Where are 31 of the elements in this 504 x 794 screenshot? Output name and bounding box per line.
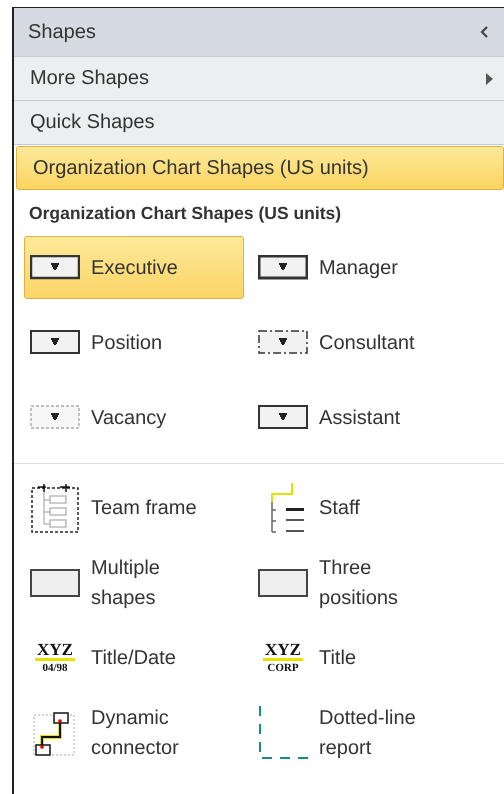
submenu-arrow-icon — [485, 72, 494, 86]
shape-item[interactable]: Team frame — [24, 476, 244, 539]
stencil-item[interactable]: Organization Chart Shapes (US units) — [16, 146, 504, 190]
shape-item[interactable]: Position — [24, 311, 244, 374]
shape-item[interactable]: Dotted-line report — [252, 701, 472, 764]
position-box-icon — [30, 330, 80, 356]
shape-item[interactable]: Consultant — [252, 311, 472, 374]
shape-item[interactable]: Staff — [252, 476, 472, 539]
collapse-chevron-icon[interactable] — [480, 26, 490, 38]
team-frame-icon — [30, 482, 80, 534]
panel-title: Shapes — [28, 20, 96, 44]
shape-item[interactable]: Manager — [252, 236, 472, 299]
shape-item[interactable]: Dynamic connector — [24, 701, 244, 764]
shape-item[interactable]: Assistant — [252, 386, 472, 449]
assistant-box-icon — [258, 404, 308, 430]
shape-item[interactable]: Vacancy — [24, 386, 244, 449]
dashed-connector-icon — [258, 704, 308, 760]
stencil-item[interactable]: More Shapes — [14, 57, 504, 101]
rectangle-icon — [258, 568, 308, 596]
stencil-item[interactable]: Quick Shapes — [14, 101, 504, 145]
shape-item[interactable]: XYZ CORP Title — [252, 626, 472, 689]
shape-item[interactable]: XYZ 04/98 Title/Date — [24, 626, 244, 689]
shape-item[interactable]: Three positions — [252, 551, 472, 614]
executive-box-icon — [30, 254, 80, 280]
shape-item[interactable]: Multiple shapes — [24, 551, 244, 614]
shape-item[interactable]: Executive — [24, 236, 244, 299]
manager-box-icon — [258, 254, 308, 280]
stencil-title: Organization Chart Shapes (US units) — [29, 203, 342, 224]
vacancy-box-icon — [30, 404, 80, 430]
rectangle-icon — [30, 568, 80, 596]
consultant-box-icon — [258, 330, 308, 356]
